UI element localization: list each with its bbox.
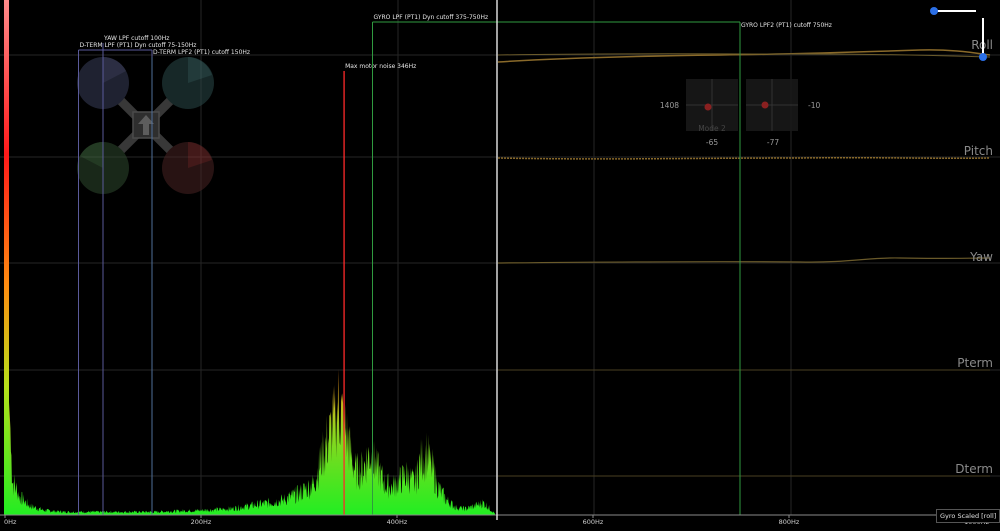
x-axis: 0Hz200Hz400Hz600Hz800Hz1000Hz [0, 514, 1000, 526]
left-stick-dot [704, 103, 712, 111]
right-stick-dot [761, 101, 769, 109]
throttle-value: 1408 [660, 101, 679, 110]
x-tick-label: 800Hz [779, 518, 800, 526]
zoom-slider-track [982, 18, 984, 56]
spectrum-chart: Roll Pitch Yaw Pterm Dterm 1408 -10 -65 … [0, 0, 1000, 526]
zoom-slider-vertical[interactable] [979, 18, 987, 64]
cutoff-label: GYRO LPF (PT1) Dyn cutoff 375-750Hz [374, 14, 489, 21]
zoom-slider-handle[interactable] [930, 7, 938, 15]
cutoff-label: D-TERM LPF2 (PT1) cutoff 150Hz [153, 49, 250, 56]
x-tick-label: 400Hz [387, 518, 408, 526]
x-tick-label: 200Hz [191, 518, 212, 526]
blackbox-analyser: Roll Pitch Yaw Pterm Dterm 1408 -10 -65 … [0, 0, 1000, 527]
series-label-box: Gyro Scaled [roll] [936, 509, 1000, 523]
trace-label-pitch: Pitch [964, 144, 993, 158]
roll-value: -77 [767, 138, 779, 147]
trace-label-pterm: Pterm [957, 356, 993, 370]
series-label: Gyro Scaled [roll] [940, 512, 997, 520]
low-frequency-bar [4, 0, 9, 515]
zoom-slider-handle[interactable] [979, 53, 987, 61]
pitch-value: -65 [706, 138, 718, 147]
trace-label-dterm: Dterm [955, 462, 993, 476]
x-tick-label: 0Hz [4, 518, 17, 526]
zoom-slider-track [936, 10, 976, 12]
cutoff-label: GYRO LPF2 (PT1) cutoff 750Hz [741, 22, 832, 29]
cutoff-label: YAW LPF cutoff 100Hz [103, 35, 169, 42]
stick-mode-label: Mode 2 [698, 124, 726, 133]
zoom-slider-horizontal[interactable] [930, 7, 976, 15]
trace-label-yaw: Yaw [969, 250, 993, 264]
trace-graph: Roll Pitch Yaw Pterm Dterm [497, 38, 993, 477]
cutoff-label: D-TERM LPF (PT1) Dyn cutoff 75-150Hz [80, 42, 197, 49]
cutoff-label: Max motor noise 346Hz [345, 63, 416, 70]
x-tick-label: 600Hz [583, 518, 604, 526]
quadcopter-icon [77, 57, 214, 194]
yaw-value: -10 [808, 101, 820, 110]
